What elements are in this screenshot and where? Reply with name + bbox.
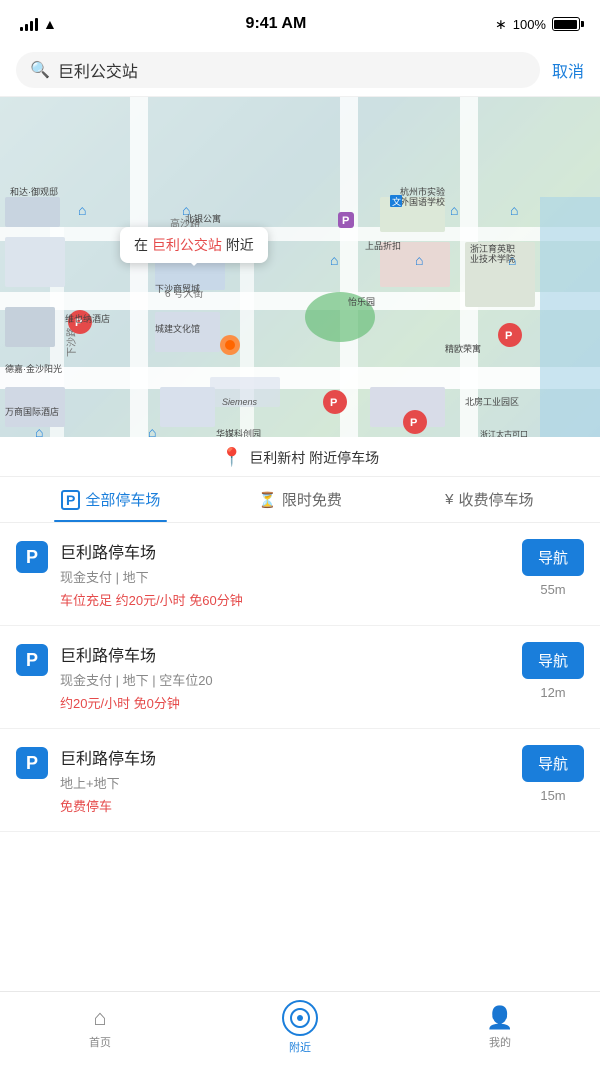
svg-text:杭州市实验: 杭州市实验: [400, 186, 445, 197]
bluetooth-icon: ∗: [495, 16, 507, 33]
svg-text:业技术学院: 业技术学院: [470, 253, 515, 264]
status-time: 9:41 AM: [246, 15, 307, 33]
user-icon: 👤: [486, 1005, 513, 1031]
svg-text:⌂: ⌂: [330, 252, 338, 268]
location-label: 📍 巨利新村 附近停车场: [0, 437, 600, 477]
svg-text:外国语学校: 外国语学校: [400, 196, 445, 207]
distance-1: 55m: [540, 582, 565, 597]
parking-right-2: 导航 12m: [522, 642, 584, 700]
map-tooltip: 在 巨利公交站 附近: [120, 227, 268, 263]
svg-text:P: P: [330, 397, 337, 409]
nav-item-nearby[interactable]: 附近: [200, 1000, 400, 1055]
tab-free[interactable]: ⏳ 限时免费: [205, 477, 394, 522]
parking-item: P 巨利路停车场 现金支付 | 地下 | 空车位20 约20元/小时 免0分钟 …: [0, 626, 600, 729]
parking-icon-1: P: [16, 541, 48, 573]
tabs-bar: P 全部停车场 ⏳ 限时免费 ¥ 收费停车场: [0, 477, 600, 523]
parking-meta-1: 现金支付 | 地下: [60, 567, 510, 586]
svg-text:P: P: [505, 330, 512, 342]
svg-text:⌂: ⌂: [450, 202, 458, 218]
svg-text:怡乐园: 怡乐园: [348, 296, 375, 307]
svg-text:维也纳酒店: 维也纳酒店: [65, 313, 110, 324]
parking-info-1: 巨利路停车场 现金支付 | 地下 车位充足 约20元/小时 免60分钟: [60, 539, 510, 609]
svg-text:P: P: [342, 215, 349, 227]
search-bar: 🔍 取消: [0, 44, 600, 97]
parking-list: P 巨利路停车场 现金支付 | 地下 车位充足 约20元/小时 免60分钟 导航…: [0, 523, 600, 832]
svg-text:浙江育英职: 浙江育英职: [470, 243, 515, 254]
status-bar: ▲ 9:41 AM ∗ 100%: [0, 0, 600, 44]
nav-button-1[interactable]: 导航: [522, 539, 584, 576]
map-area[interactable]: 下沙路 高沙路 6 号大街: [0, 97, 600, 437]
battery-percent: 100%: [513, 17, 546, 32]
nav-nearby-label: 附近: [289, 1039, 311, 1055]
svg-text:浙江太古可口: 浙江太古可口: [480, 429, 528, 437]
svg-text:北银公寓: 北银公寓: [185, 213, 221, 224]
nav-item-mine[interactable]: 👤 我的: [400, 1005, 600, 1050]
distance-2: 12m: [540, 685, 565, 700]
cancel-button[interactable]: 取消: [552, 58, 584, 82]
location-pin-icon: 📍: [221, 447, 243, 468]
parking-name-2: 巨利路停车场: [60, 642, 510, 666]
tab-all-label: 全部停车场: [85, 489, 160, 510]
tab-paid-label: 收费停车场: [458, 489, 533, 510]
svg-text:上品折扣: 上品折扣: [365, 240, 401, 251]
tab-free-label: 限时免费: [282, 489, 342, 510]
map-svg: 下沙路 高沙路 6 号大街: [0, 97, 600, 437]
tab-free-icon: ⏳: [258, 491, 277, 509]
status-right: ∗ 100%: [495, 16, 580, 33]
svg-text:万商国际酒店: 万商国际酒店: [5, 406, 59, 417]
parking-name-1: 巨利路停车场: [60, 539, 510, 563]
svg-text:文: 文: [392, 196, 401, 207]
home-icon: ⌂: [93, 1005, 106, 1031]
location-text: 巨利新村 附近停车场: [249, 448, 379, 468]
svg-text:和达·御观邸: 和达·御观邸: [10, 186, 58, 197]
nav-button-2[interactable]: 导航: [522, 642, 584, 679]
svg-text:⌂: ⌂: [35, 424, 43, 437]
svg-text:城建文化馆: 城建文化馆: [155, 323, 200, 334]
svg-text:华媒科创园: 华媒科创园: [216, 428, 261, 437]
search-input-wrap[interactable]: 🔍: [16, 52, 540, 88]
parking-item: P 巨利路停车场 地上+地下 免费停车 导航 15m: [0, 729, 600, 832]
parking-meta-2: 现金支付 | 地下 | 空车位20: [60, 670, 510, 689]
svg-text:北房工业园区: 北房工业园区: [465, 396, 519, 407]
parking-icon-2: P: [16, 644, 48, 676]
nav-button-3[interactable]: 导航: [522, 745, 584, 782]
tab-paid[interactable]: ¥ 收费停车场: [395, 477, 584, 522]
parking-item: P 巨利路停车场 现金支付 | 地下 车位充足 约20元/小时 免60分钟 导航…: [0, 523, 600, 626]
parking-meta-3: 地上+地下: [60, 773, 510, 792]
svg-text:⌂: ⌂: [148, 424, 156, 437]
wifi-icon: ▲: [43, 16, 57, 32]
search-icon: 🔍: [30, 60, 50, 80]
nav-mine-label: 我的: [489, 1034, 511, 1050]
parking-name-3: 巨利路停车场: [60, 745, 510, 769]
parking-status-3: 免费停车: [60, 796, 510, 815]
svg-text:德嘉·金沙阳光: 德嘉·金沙阳光: [5, 363, 62, 374]
tooltip-highlight: 巨利公交站: [152, 237, 222, 253]
nav-home-label: 首页: [89, 1034, 111, 1050]
parking-icon-3: P: [16, 747, 48, 779]
parking-info-2: 巨利路停车场 现金支付 | 地下 | 空车位20 约20元/小时 免0分钟: [60, 642, 510, 712]
parking-status-1: 车位充足 约20元/小时 免60分钟: [60, 590, 510, 609]
signal-icon: [20, 17, 38, 31]
tab-all[interactable]: P 全部停车场: [16, 477, 205, 522]
parking-right-1: 导航 55m: [522, 539, 584, 597]
svg-text:⌂: ⌂: [78, 202, 86, 218]
status-left: ▲: [20, 16, 57, 32]
parking-right-3: 导航 15m: [522, 745, 584, 803]
distance-3: 15m: [540, 788, 565, 803]
svg-text:⌂: ⌂: [415, 252, 423, 268]
bottom-nav: ⌂ 首页 附近 👤 我的: [0, 991, 600, 1067]
nav-item-home[interactable]: ⌂ 首页: [0, 1005, 200, 1050]
tab-paid-icon: ¥: [445, 491, 453, 508]
parking-status-2: 约20元/小时 免0分钟: [60, 693, 510, 712]
parking-info-3: 巨利路停车场 地上+地下 免费停车: [60, 745, 510, 815]
nearby-icon: [282, 1000, 318, 1036]
battery-icon: [552, 17, 580, 31]
svg-text:Siemens: Siemens: [222, 397, 258, 407]
svg-text:P: P: [410, 417, 417, 429]
svg-text:下沙商贸城: 下沙商贸城: [155, 283, 200, 294]
tab-all-icon: P: [61, 490, 80, 510]
svg-text:⌂: ⌂: [510, 202, 518, 218]
svg-text:精欧荣寓: 精欧荣寓: [445, 343, 481, 354]
search-input[interactable]: [58, 61, 526, 79]
